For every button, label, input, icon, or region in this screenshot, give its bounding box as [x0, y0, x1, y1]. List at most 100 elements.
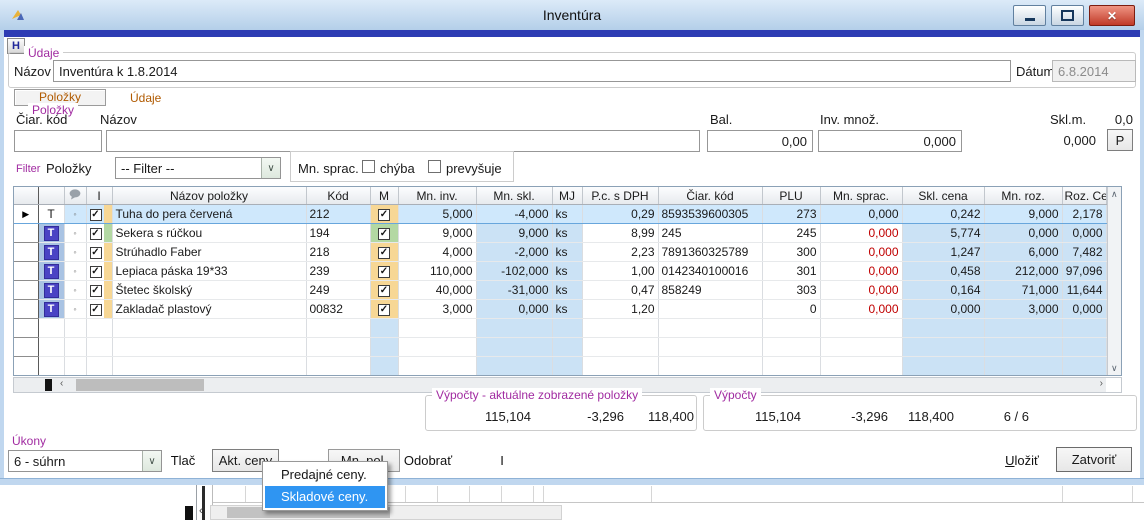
window-frame-right [1140, 30, 1144, 484]
empty-cell [552, 319, 582, 338]
m-checkbox[interactable]: ✓ [378, 209, 390, 221]
i-checkbox-cell[interactable]: ✓ [86, 224, 112, 243]
menu-item-predajne-ceny[interactable]: Predajné ceny. [265, 464, 385, 486]
i-checkbox[interactable]: ✓ [90, 304, 102, 316]
filter-dropdown[interactable]: -- Filter -- ∨ [115, 157, 281, 179]
header-mn-inv[interactable]: Mn. inv. [398, 187, 476, 205]
i-checkbox[interactable]: ✓ [90, 247, 102, 259]
scroll-right-icon[interactable]: › [1100, 378, 1103, 389]
scroll-down-icon[interactable]: ∨ [1108, 361, 1122, 375]
items-grid: I Názov položky Kód M Mn. inv. Mn. skl. … [13, 186, 1122, 376]
i-checkbox-cell[interactable]: ✓ [86, 243, 112, 262]
header-mn-roz[interactable]: Mn. roz. [984, 187, 1062, 205]
i-checkbox-cell[interactable]: ✓ [86, 281, 112, 300]
i-checkbox[interactable]: ✓ [90, 209, 102, 221]
vertical-scrollbar[interactable]: ∧ ∨ [1107, 187, 1122, 375]
header-m[interactable]: M [370, 187, 398, 205]
scroll-left-icon[interactable]: ‹ [199, 505, 203, 517]
table-row[interactable]: T◦✓Štetec školský249✓40,000-31,000ks0,47… [14, 281, 1106, 300]
i-button[interactable]: I [492, 453, 512, 468]
cell-roz-cena: 97,096 [1062, 262, 1106, 281]
m-checkbox-cell[interactable]: ✓ [370, 205, 398, 224]
summary-current-v1: 115,104 [426, 409, 531, 424]
m-checkbox[interactable]: ✓ [378, 228, 390, 240]
odobrat-button[interactable]: Odobrať [400, 453, 456, 468]
tab-udaje[interactable]: Údaje [130, 91, 161, 105]
action-select-value: 6 - súhrn [9, 451, 142, 471]
i-checkbox[interactable]: ✓ [90, 285, 102, 297]
cell-mj: ks [552, 224, 582, 243]
header-skl-cena[interactable]: Skl. cena [902, 187, 984, 205]
inv-mnoz-input[interactable]: 0,000 [818, 130, 962, 152]
cell-mn-sprac: 0,000 [820, 300, 902, 319]
bg-grid-vline [501, 486, 502, 502]
m-checkbox-cell[interactable]: ✓ [370, 281, 398, 300]
header-kod[interactable]: Kód [306, 187, 370, 205]
m-checkbox[interactable]: ✓ [378, 266, 390, 278]
titlebar[interactable]: Inventúra ✕ [0, 0, 1144, 31]
m-checkbox[interactable]: ✓ [378, 304, 390, 316]
scrollbar-corner [1106, 378, 1121, 392]
tlac-button[interactable]: Tlač [160, 453, 206, 468]
chyba-checkbox[interactable] [362, 160, 375, 173]
type-badge: T [44, 245, 59, 260]
m-checkbox-cell[interactable]: ✓ [370, 224, 398, 243]
i-checkbox-cell[interactable]: ✓ [86, 300, 112, 319]
cell-mn-skl: -2,000 [476, 243, 552, 262]
hscroll-thumb[interactable] [76, 379, 204, 391]
cell-skl-cena: 0,000 [902, 300, 984, 319]
item-nazov-input[interactable] [106, 130, 700, 152]
m-checkbox-cell[interactable]: ✓ [370, 243, 398, 262]
ciar-kod-input[interactable] [14, 130, 102, 152]
table-row[interactable]: T◦✓Lepiaca páska 19*33239✓110,000-102,00… [14, 262, 1106, 281]
empty-cell [762, 357, 820, 376]
close-button[interactable]: ✕ [1089, 5, 1135, 26]
maximize-button[interactable] [1051, 5, 1084, 26]
prevysuje-checkbox[interactable] [428, 160, 441, 173]
cell-mn-skl: -102,000 [476, 262, 552, 281]
bg-scroll-splitter[interactable] [185, 506, 193, 520]
bal-input[interactable]: 0,00 [707, 130, 813, 152]
table-row[interactable]: T◦✓Zakladač plastový00832✓3,0000,000ks1,… [14, 300, 1106, 319]
table-row[interactable]: T◦✓Sekera s rúčkou194✓9,0009,000ks8,9924… [14, 224, 1106, 243]
i-checkbox[interactable]: ✓ [90, 228, 102, 240]
menu-item-skladove-ceny[interactable]: Skladové ceny. [265, 486, 385, 508]
cell-pc-s-dph: 1,20 [582, 300, 658, 319]
p-button[interactable]: P [1107, 129, 1133, 151]
action-select[interactable]: 6 - súhrn ∨ [8, 450, 162, 472]
minimize-button[interactable] [1013, 5, 1046, 26]
header-pc-s-dph[interactable]: P.c. s DPH [582, 187, 658, 205]
table-row[interactable]: ▶T◦✓Tuha do pera červená212✓5,000-4,000k… [14, 205, 1106, 224]
i-checkbox-cell[interactable]: ✓ [86, 262, 112, 281]
table-row[interactable]: T◦✓Strúhadlo Faber218✓4,000-2,000ks2,237… [14, 243, 1106, 262]
datum-input[interactable]: 6.8.2014 [1052, 60, 1136, 82]
header-mn-skl[interactable]: Mn. skl. [476, 187, 552, 205]
cell-mj: ks [552, 243, 582, 262]
header-i[interactable]: I [86, 187, 112, 205]
header-roz-cena[interactable]: Roz. Cen [1062, 187, 1106, 205]
i-checkbox-cell[interactable]: ✓ [86, 205, 112, 224]
zatvorit-button[interactable]: Zatvoriť [1056, 447, 1132, 472]
empty-cell [658, 319, 762, 338]
scroll-up-icon[interactable]: ∧ [1108, 187, 1122, 201]
chevron-down-icon[interactable]: ∨ [142, 451, 161, 471]
grid-header: I Názov položky Kód M Mn. inv. Mn. skl. … [14, 187, 1106, 205]
cell-roz-cena: 11,644 [1062, 281, 1106, 300]
header-mn-sprac[interactable]: Mn. sprac. [820, 187, 902, 205]
nazov-input[interactable]: Inventúra k 1.8.2014 [53, 60, 1011, 82]
m-checkbox[interactable]: ✓ [378, 247, 390, 259]
m-checkbox[interactable]: ✓ [378, 285, 390, 297]
ulozit-button[interactable]: Uložiť [998, 453, 1046, 468]
m-checkbox-cell[interactable]: ✓ [370, 262, 398, 281]
header-ciar-kod[interactable]: Čiar. kód [658, 187, 762, 205]
chevron-down-icon[interactable]: ∨ [261, 158, 280, 178]
empty-cell [658, 357, 762, 376]
i-checkbox[interactable]: ✓ [90, 266, 102, 278]
header-plu[interactable]: PLU [762, 187, 820, 205]
scroll-left-icon[interactable]: ‹ [60, 378, 63, 389]
header-nazov-polozky[interactable]: Názov položky [112, 187, 306, 205]
m-checkbox-cell[interactable]: ✓ [370, 300, 398, 319]
column-splitter[interactable] [45, 379, 52, 391]
header-mj[interactable]: MJ [552, 187, 582, 205]
cell-mn-sprac: 0,000 [820, 224, 902, 243]
